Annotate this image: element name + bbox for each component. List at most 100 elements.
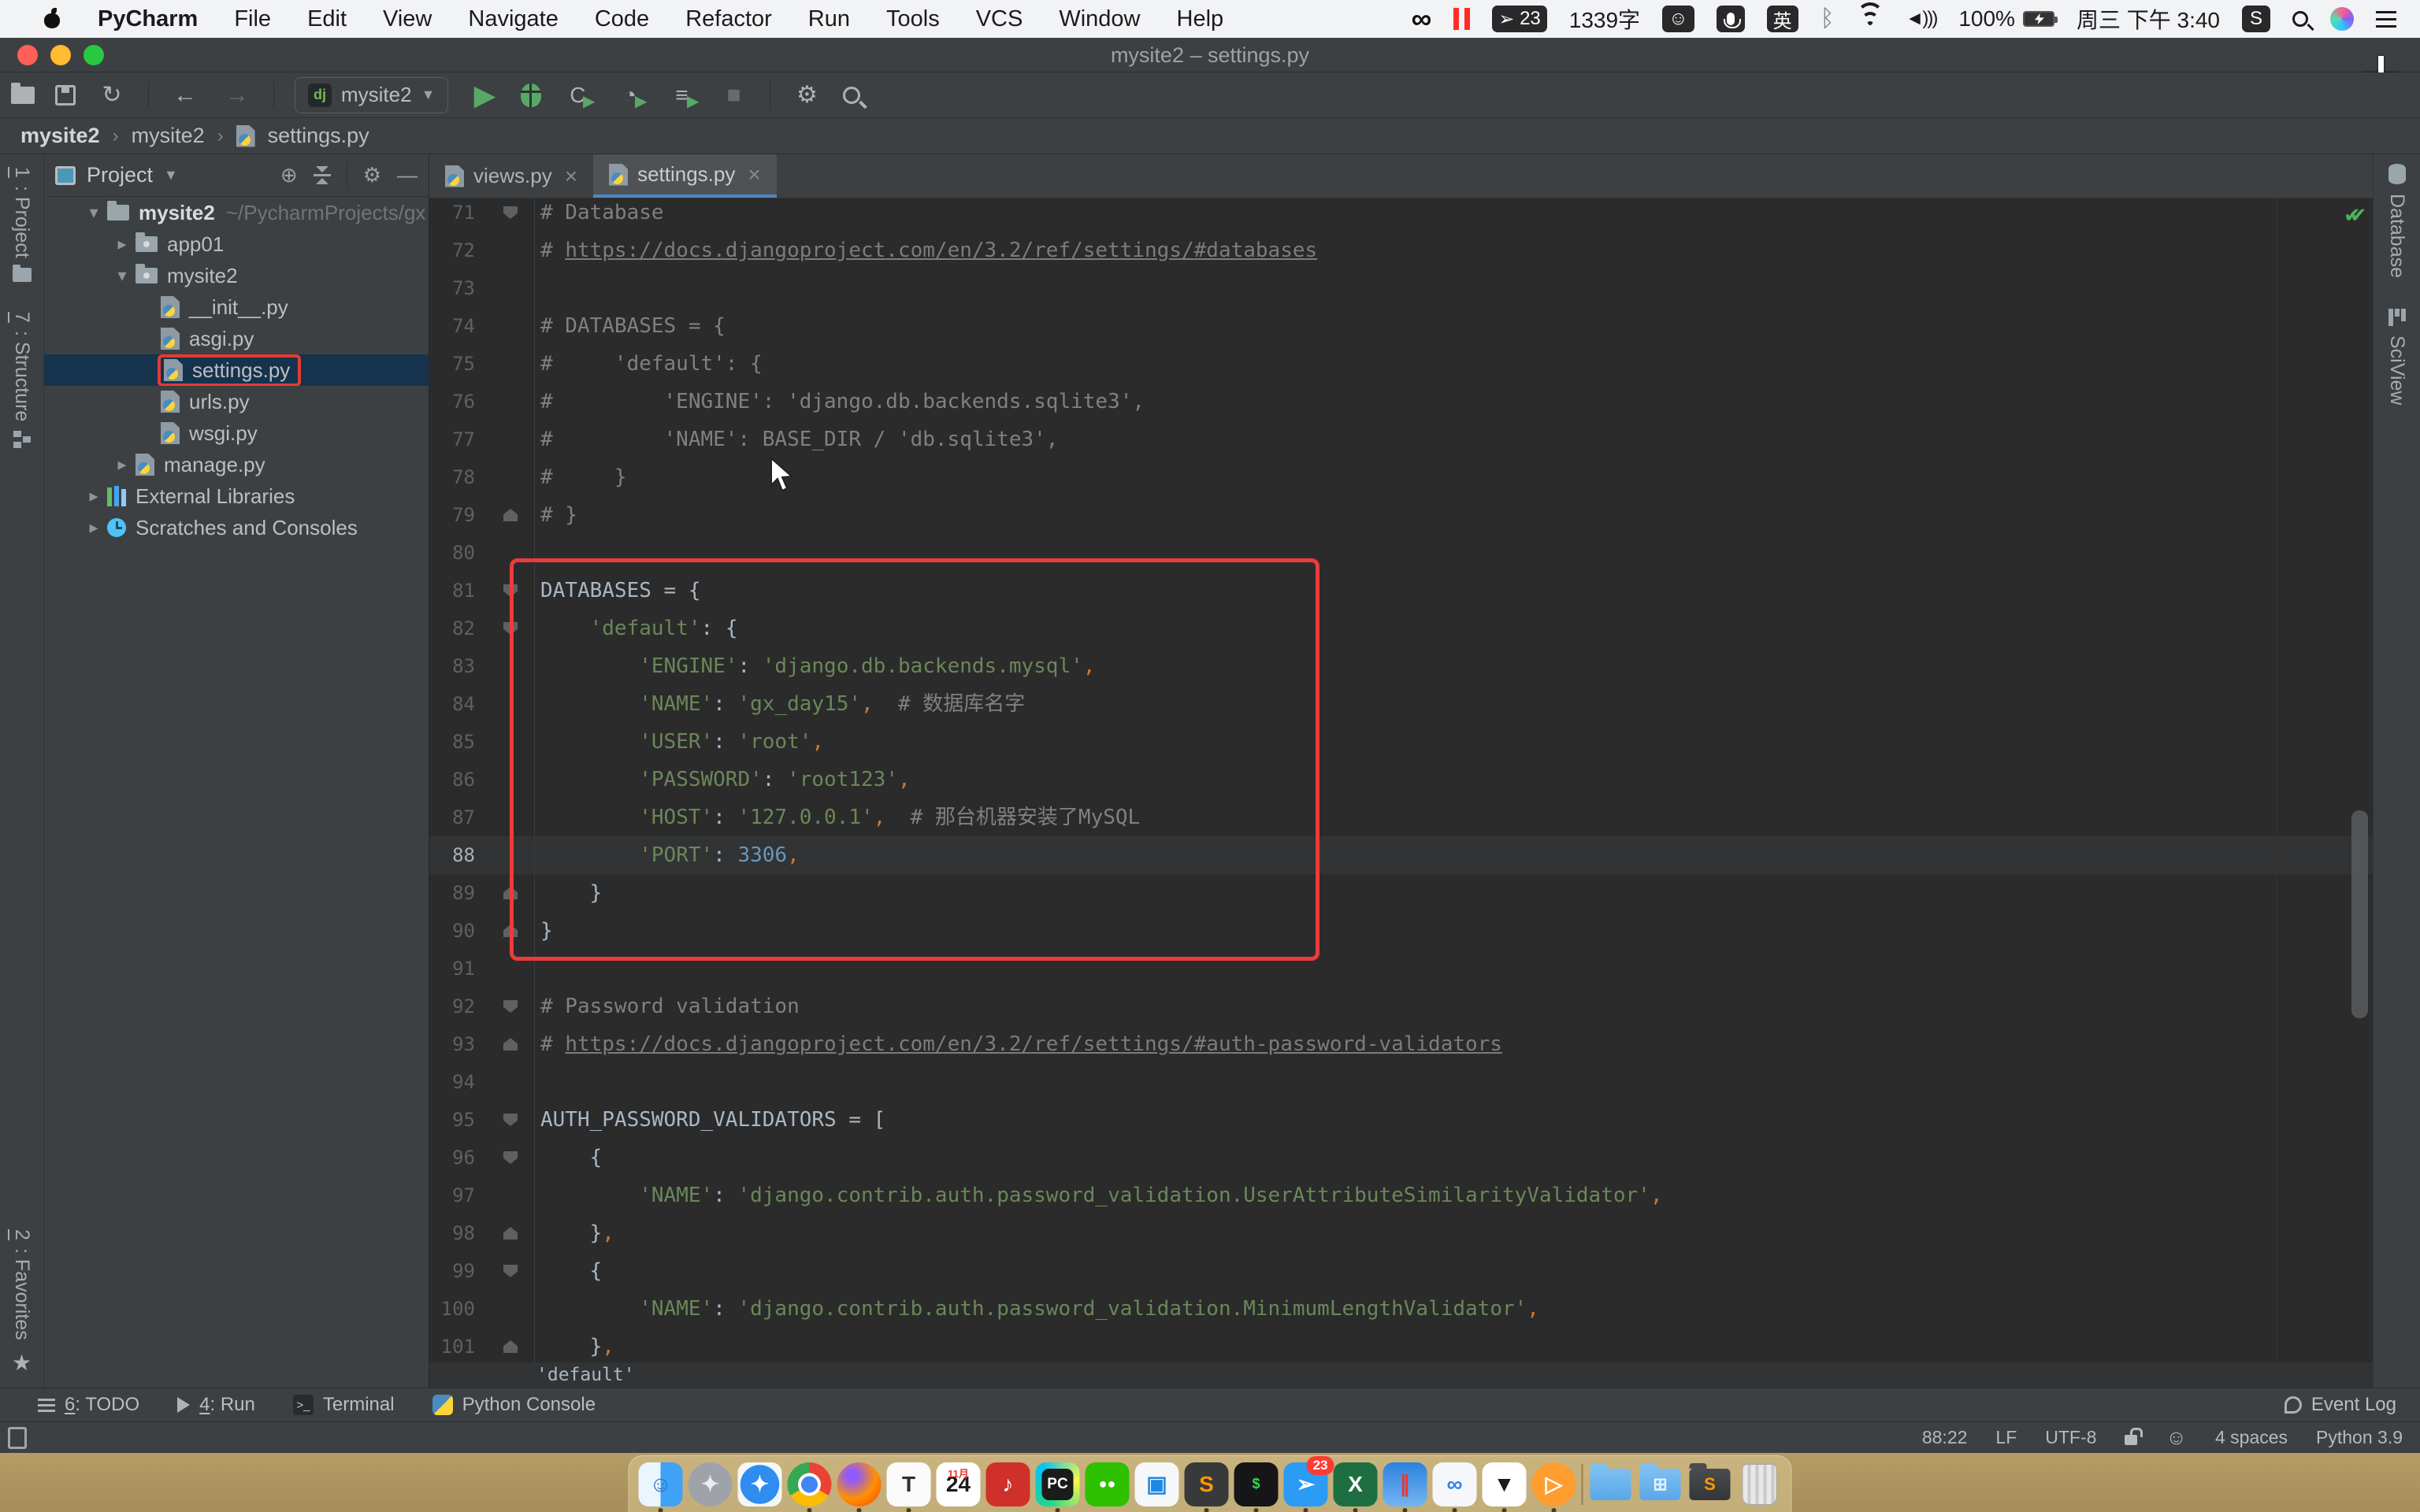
battery-indicator[interactable]: 100% xyxy=(1958,6,2054,32)
code-line-95[interactable]: 95AUTH_PASSWORD_VALIDATORS = [ xyxy=(429,1101,2373,1139)
dock-circles-app[interactable]: ∞ xyxy=(1433,1462,1477,1506)
dock-trash[interactable] xyxy=(1738,1462,1782,1506)
profiler-button[interactable]: ◔▶ xyxy=(614,83,645,108)
tool-window-button--todo[interactable]: 6: TODO xyxy=(38,1394,139,1416)
dock-dingtalk[interactable]: ➢23 xyxy=(1284,1462,1328,1506)
menu-help[interactable]: Help xyxy=(1177,6,1224,32)
dock-firefox[interactable] xyxy=(837,1462,882,1506)
menu-clock[interactable]: 周三 下午 3:40 xyxy=(2077,3,2220,35)
code-line-76[interactable]: 76# 'ENGINE': 'django.db.backends.sqlite… xyxy=(429,383,2373,421)
tool-window-button--run[interactable]: 4: Run xyxy=(177,1394,255,1416)
save-all-button[interactable] xyxy=(55,85,76,106)
code-line-94[interactable]: 94 xyxy=(429,1063,2373,1101)
event-log-button[interactable]: Event Log xyxy=(2285,1394,2396,1416)
dock-calendar[interactable]: 2411月 xyxy=(937,1462,981,1506)
agent-face-icon[interactable]: ☺ xyxy=(2166,1425,2187,1450)
tree-item--init-py[interactable]: __init__.py xyxy=(44,291,429,323)
read-only-lock-icon[interactable] xyxy=(2125,1435,2137,1445)
tool-window-switcher-icon[interactable] xyxy=(8,1427,27,1449)
volume-icon[interactable]: ◄))) xyxy=(1906,8,1937,30)
project-panel-title[interactable]: Project xyxy=(87,163,153,187)
siri-icon[interactable] xyxy=(2330,7,2354,31)
dock-tie-app[interactable]: ▼ xyxy=(1483,1462,1527,1506)
linked-circles-icon[interactable]: ∞ xyxy=(1412,7,1432,31)
wifi-icon[interactable] xyxy=(1857,9,1884,29)
collapse-all-button[interactable] xyxy=(314,166,331,184)
bluetooth-icon[interactable]: ᛒ xyxy=(1821,6,1835,32)
breadcrumb-item[interactable]: mysite2 xyxy=(20,124,100,148)
dock-excel[interactable]: X xyxy=(1334,1462,1378,1506)
open-file-button[interactable] xyxy=(11,87,35,104)
locate-file-button[interactable]: ⊕ xyxy=(280,163,298,187)
dock-downloads-folder[interactable] xyxy=(1589,1462,1633,1506)
code-line-75[interactable]: 75# 'default': { xyxy=(429,345,2373,383)
microphone-icon[interactable] xyxy=(1717,6,1745,32)
code-line-99[interactable]: 99 { xyxy=(429,1252,2373,1290)
fold-start-icon[interactable] xyxy=(503,1151,518,1164)
spotlight-search-icon[interactable] xyxy=(2292,11,2308,27)
tree-item-settings-py[interactable]: settings.py xyxy=(44,354,429,386)
run-with-params-button[interactable]: ≡▶ xyxy=(666,83,697,108)
tool-stripe-database[interactable]: Database xyxy=(2374,164,2420,278)
caret-position[interactable]: 88:22 xyxy=(1922,1427,1968,1448)
sogou-ime-icon[interactable]: S xyxy=(2242,6,2270,32)
dock-tv-app[interactable]: ▷ xyxy=(1532,1462,1576,1506)
tool-window-button-terminal[interactable]: >_Terminal xyxy=(293,1394,395,1416)
menu-vcs[interactable]: VCS xyxy=(976,6,1023,32)
tab-views-py[interactable]: views.py× xyxy=(429,154,593,198)
code-line-100[interactable]: 100 'NAME': 'django.contrib.auth.passwor… xyxy=(429,1290,2373,1328)
close-tab-icon[interactable]: × xyxy=(748,162,760,187)
fold-start-icon[interactable] xyxy=(503,1114,518,1126)
tab-settings-py[interactable]: settings.py× xyxy=(593,154,777,198)
dock-netease-music[interactable]: ♪ xyxy=(986,1462,1030,1506)
menu-window[interactable]: Window xyxy=(1059,6,1140,32)
tool-stripe-project[interactable]: 1: Project xyxy=(0,167,43,282)
tool-stripe-favorites[interactable]: 2: Favorites ★ xyxy=(0,1229,43,1376)
dock-terminal[interactable]: $ xyxy=(1234,1462,1279,1506)
code-line-97[interactable]: 97 'NAME': 'django.contrib.auth.password… xyxy=(429,1177,2373,1214)
breadcrumb-item[interactable]: mysite2 xyxy=(132,124,205,148)
search-everywhere-icon[interactable] xyxy=(843,87,860,104)
chevron-right-icon[interactable]: ▸ xyxy=(109,234,135,254)
dock-finder[interactable]: ☺ xyxy=(639,1462,683,1506)
chevron-right-icon[interactable]: ▸ xyxy=(80,517,107,538)
pause-bars-icon[interactable] xyxy=(1453,8,1470,30)
tree-item-urls-py[interactable]: urls.py xyxy=(44,386,429,417)
back-button[interactable]: ← xyxy=(169,82,201,109)
chevron-down-icon[interactable]: ▾ xyxy=(109,265,135,286)
dock-safari[interactable]: ✦ xyxy=(738,1462,782,1506)
menu-view[interactable]: View xyxy=(383,6,432,32)
code-line-72[interactable]: 72# https://docs.djangoproject.com/en/3.… xyxy=(429,232,2373,269)
dock-keynote[interactable]: ▣ xyxy=(1135,1462,1179,1506)
chevron-right-icon[interactable]: ▸ xyxy=(109,454,135,475)
tool-stripe-sciview[interactable]: SciView xyxy=(2374,309,2420,405)
menu-edit[interactable]: Edit xyxy=(307,6,347,32)
face-menu-icon[interactable]: ☺ xyxy=(1662,6,1694,32)
close-tab-icon[interactable]: × xyxy=(565,164,577,189)
fold-start-icon[interactable] xyxy=(503,1000,518,1013)
tree-item-asgi-py[interactable]: asgi.py xyxy=(44,323,429,354)
code-line-71[interactable]: 71# Database xyxy=(429,198,2373,232)
fold-end-icon[interactable] xyxy=(503,509,518,521)
fold-start-icon[interactable] xyxy=(503,206,518,219)
code-line-96[interactable]: 96 { xyxy=(429,1139,2373,1177)
input-language-badge[interactable]: 英 xyxy=(1767,6,1798,32)
settings-wrench-icon[interactable]: ⚙ xyxy=(791,81,822,109)
code-line-79[interactable]: 79# } xyxy=(429,496,2373,534)
dock-chrome[interactable] xyxy=(788,1462,832,1506)
dock-launchpad[interactable]: ✦ xyxy=(689,1462,733,1506)
code-line-101[interactable]: 101 }, xyxy=(429,1328,2373,1362)
menu-pycharm[interactable]: PyCharm xyxy=(98,6,198,32)
forward-button[interactable]: → xyxy=(221,82,253,109)
tool-window-button-python-console[interactable]: Python Console xyxy=(432,1394,596,1416)
menu-navigate[interactable]: Navigate xyxy=(468,6,558,32)
tree-item-manage-py[interactable]: ▸manage.py xyxy=(44,449,429,480)
chevron-down-icon[interactable]: ▼ xyxy=(164,167,178,183)
menu-refactor[interactable]: Refactor xyxy=(685,6,772,32)
code-line-77[interactable]: 77# 'NAME': BASE_DIR / 'db.sqlite3', xyxy=(429,421,2373,458)
run-with-coverage-button[interactable]: C▶ xyxy=(562,83,593,108)
apple-menu-icon[interactable] xyxy=(43,9,61,28)
inspections-ok-icon[interactable]: ✔✔ xyxy=(2344,203,2351,228)
python-interpreter[interactable]: Python 3.9 xyxy=(2316,1427,2403,1448)
code-line-93[interactable]: 93# https://docs.djangoproject.com/en/3.… xyxy=(429,1025,2373,1063)
